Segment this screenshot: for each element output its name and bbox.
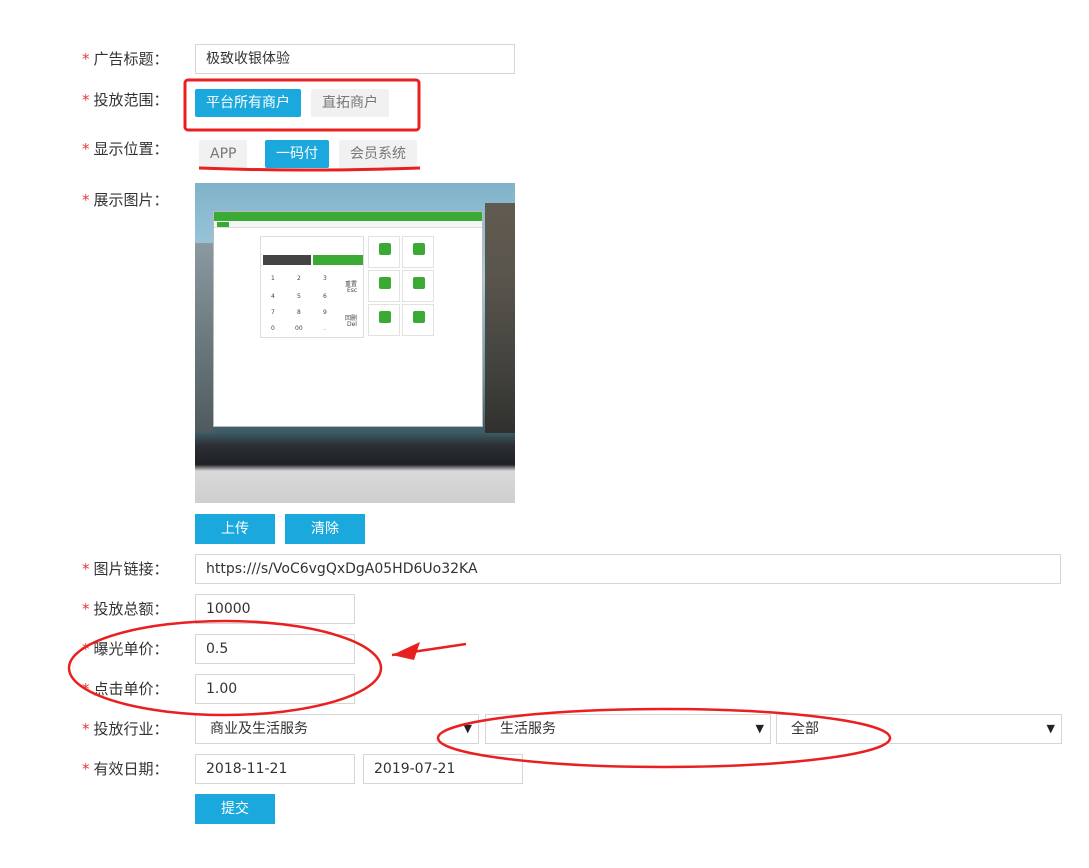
ad-title-label: * 广告标题： [82, 50, 169, 68]
upload-button[interactable]: 上传 [195, 514, 275, 544]
start-date-input[interactable]: 2018-11-21 [195, 754, 355, 784]
annotation-arrow-shaft [391, 642, 467, 657]
clear-button[interactable]: 清除 [285, 514, 365, 544]
position-option-member-system[interactable]: 会员系统 [339, 140, 417, 168]
image-label: * 展示图片： [82, 191, 169, 209]
preview-app-window: 1 2 3 4 5 6 7 8 9 0 00 . 重置 Esc 回删 Del [213, 211, 483, 427]
submit-button[interactable]: 提交 [195, 794, 275, 824]
end-date-input[interactable]: 2019-07-21 [363, 754, 523, 784]
position-option-qr-pay[interactable]: 一码付 [265, 140, 329, 168]
industry-level1-select[interactable]: 商业及生活服务 ▼ [195, 714, 479, 744]
preview-castle-bg [195, 243, 213, 433]
industry-level3-select[interactable]: 全部 ▼ [776, 714, 1062, 744]
total-amount-label: * 投放总额： [82, 600, 169, 618]
annotation-arrow-head [392, 642, 420, 660]
chevron-down-icon: ▼ [1046, 722, 1055, 735]
chevron-down-icon: ▼ [463, 722, 472, 735]
scope-label: * 投放范围： [82, 91, 169, 109]
industry-label: * 投放行业： [82, 720, 169, 738]
image-link-input[interactable]: https:///s/VoC6vgQxDgA05HD6Uo32KA [195, 554, 1061, 584]
preview-keypad: 1 2 3 4 5 6 7 8 9 0 00 . 重置 Esc 回删 Del [260, 236, 364, 338]
scope-option-all-merchants[interactable]: 平台所有商户 [195, 89, 301, 117]
chevron-down-icon: ▼ [755, 722, 764, 735]
image-link-label: * 图片链接： [82, 560, 169, 578]
preview-function-tiles [368, 236, 434, 338]
image-preview: 1 2 3 4 5 6 7 8 9 0 00 . 重置 Esc 回删 Del [195, 183, 515, 503]
position-label: * 显示位置： [82, 140, 169, 158]
scope-option-direct-merchants[interactable]: 直拓商户 [311, 89, 389, 117]
total-amount-input[interactable]: 10000 [195, 594, 355, 624]
valid-date-label: * 有效日期： [82, 760, 169, 778]
industry-level2-select[interactable]: 生活服务 ▼ [485, 714, 771, 744]
exposure-price-input[interactable]: 0.5 [195, 634, 355, 664]
exposure-price-label: * 曝光单价： [82, 640, 169, 658]
ad-title-input[interactable]: 极致收银体验 [195, 44, 515, 74]
click-price-label: * 点击单价： [82, 680, 169, 698]
annotation-underline-position [198, 166, 421, 172]
preview-ship-bg [485, 203, 515, 433]
position-option-app[interactable]: APP [199, 140, 248, 168]
click-price-input[interactable]: 1.00 [195, 674, 355, 704]
